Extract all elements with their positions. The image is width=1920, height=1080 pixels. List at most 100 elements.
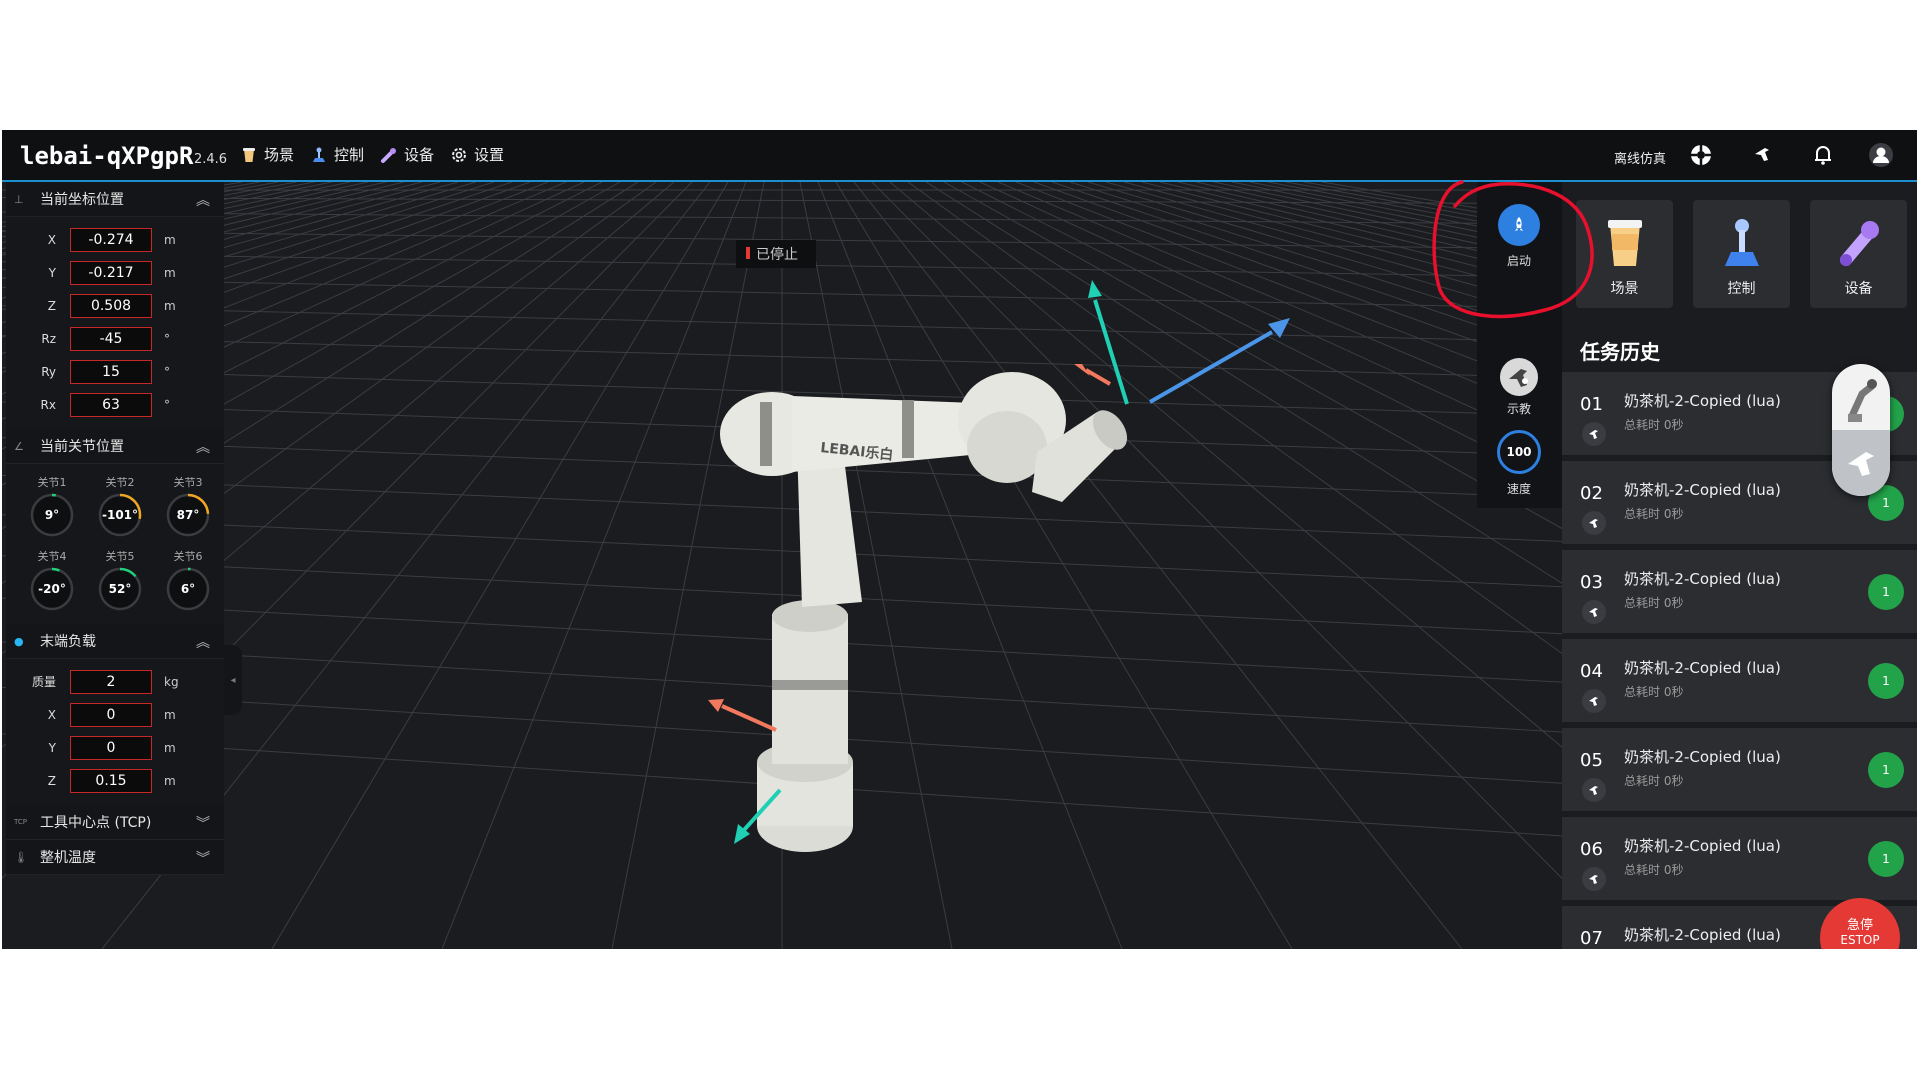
coord-value-field[interactable]: 15 [70, 359, 152, 384]
current-coord-title: 当前坐标位置 [40, 192, 124, 208]
hand-icon[interactable] [1749, 142, 1775, 168]
payload-dot-icon: ● [14, 634, 24, 648]
collapse-left-panel-button[interactable]: ◂ [224, 645, 242, 715]
coord-value-field[interactable]: -45 [70, 326, 152, 351]
teach-button[interactable]: 示教 [1495, 357, 1543, 417]
payload-row: Y0m [6, 731, 224, 764]
3d-viewport[interactable]: LEBAI乐白 已停止 [2, 182, 1562, 949]
chevron-down-icon[interactable]: ︾ [196, 813, 210, 833]
payload-value-field[interactable]: 0 [70, 702, 152, 727]
floating-toolbar[interactable] [1832, 364, 1890, 496]
coord-value-field[interactable]: 63 [70, 392, 152, 417]
coord-key: X [47, 232, 56, 247]
joint-label: 关节6 [173, 550, 203, 563]
history-item[interactable]: 05 奶茶机-2-Copied (lua) 总耗时 0秒 1 [1562, 728, 1917, 811]
app-title: lebai-qXPgpR [20, 142, 194, 170]
hand-icon[interactable] [1582, 778, 1606, 802]
joint-gauge: 关节2 -101° [86, 474, 154, 538]
chevron-down-icon[interactable]: ︾ [196, 848, 210, 868]
joint-gauge: 关节4 -20° [18, 548, 86, 612]
joint-gauge: 关节6 6° [154, 548, 222, 612]
payload-value-field[interactable]: 2 [70, 669, 152, 694]
tcp-center-header[interactable]: TCP 工具中心点 (TCP) ︾ [6, 805, 224, 840]
history-index: 04 [1580, 661, 1603, 682]
robot-arm[interactable]: LEBAI乐白 [720, 372, 1134, 852]
quick-scene-card[interactable]: 场景 [1576, 200, 1673, 308]
lifebuoy-icon[interactable] [1688, 142, 1714, 168]
history-count-badge[interactable]: 1 [1868, 574, 1904, 610]
gear-icon [452, 147, 466, 162]
bell-icon[interactable] [1810, 142, 1836, 168]
robot-arm-icon[interactable] [1832, 364, 1890, 430]
coord-value-field[interactable]: 0.508 [70, 293, 152, 318]
quick-device-card[interactable]: 设备 [1810, 200, 1907, 308]
hand-icon[interactable] [1582, 600, 1606, 624]
wrench-icon [381, 147, 396, 163]
hand-icon[interactable] [1582, 511, 1606, 535]
payload-value-field[interactable]: 0 [70, 735, 152, 760]
history-count-badge[interactable]: 1 [1868, 663, 1904, 699]
coord-unit: m [164, 298, 176, 313]
nav-scene[interactable]: 场景 [240, 144, 294, 165]
current-coord-header[interactable]: ⊥ 当前坐标位置 ︽ [6, 182, 224, 217]
hand-icon[interactable] [1832, 430, 1890, 496]
history-duration: 总耗时 0秒 [1624, 418, 1684, 432]
estop-button[interactable]: 急停 ESTOP [1820, 898, 1900, 949]
speed-control[interactable]: 100 速度 [1495, 430, 1543, 497]
joint-dial: 9° [29, 492, 75, 538]
coord-row: Rx 63 ° [6, 388, 224, 421]
coord-unit: ° [164, 397, 170, 412]
chevron-up-icon[interactable]: ︽ [196, 190, 210, 210]
offline-sim-label[interactable]: 离线仿真 [1614, 148, 1666, 167]
coord-unit: ° [164, 331, 170, 346]
joint-dial: 87° [165, 492, 211, 538]
start-button[interactable]: 启动 [1495, 204, 1543, 269]
coord-row: Ry 15 ° [6, 355, 224, 388]
history-item[interactable]: 04 奶茶机-2-Copied (lua) 总耗时 0秒 1 [1562, 639, 1917, 722]
history-name: 奶茶机-2-Copied (lua) [1624, 570, 1781, 588]
estop-label-en: ESTOP [1840, 933, 1880, 947]
payload-header[interactable]: ● 末端负载 ︽ [6, 624, 224, 659]
nav-device-label: 设备 [404, 146, 435, 164]
history-item[interactable]: 06 奶茶机-2-Copied (lua) 总耗时 0秒 1 [1562, 817, 1917, 900]
history-duration: 总耗时 0秒 [1624, 863, 1684, 877]
joint-label: 关节1 [37, 476, 67, 489]
history-index: 06 [1580, 839, 1603, 860]
quick-control-label: 控制 [1727, 281, 1756, 297]
history-duration: 总耗时 0秒 [1624, 507, 1684, 521]
status-badge: 已停止 [736, 240, 816, 268]
estop-label: 急停 [1846, 918, 1873, 933]
start-label: 启动 [1506, 254, 1531, 268]
history-index: 05 [1580, 750, 1603, 771]
coord-value-field[interactable]: -0.274 [70, 227, 152, 252]
history-count-badge[interactable]: 1 [1868, 841, 1904, 877]
chevron-up-icon[interactable]: ︽ [196, 437, 210, 457]
payload-unit: kg [164, 674, 179, 689]
joint-value: 6° [180, 582, 196, 596]
joystick-icon [313, 147, 325, 162]
tcp-icon: TCP [14, 818, 27, 826]
left-panel: ⊥ 当前坐标位置 ︽ X -0.274 m Y -0.217 m Z 0.508 m Rz -45 °… [6, 182, 224, 875]
hand-icon[interactable] [1582, 422, 1606, 446]
angle-icon: ∠ [14, 439, 24, 453]
quick-control-card[interactable]: 控制 [1693, 200, 1790, 308]
quick-scene-label: 场景 [1610, 281, 1639, 297]
current-joint-title: 当前关节位置 [40, 439, 124, 455]
hand-icon[interactable] [1582, 689, 1606, 713]
payload-value-field[interactable]: 0.15 [70, 768, 152, 793]
history-item[interactable]: 03 奶茶机-2-Copied (lua) 总耗时 0秒 1 [1562, 550, 1917, 633]
quick-device-label: 设备 [1844, 281, 1873, 297]
temperature-header[interactable]: 🌡 整机温度 ︾ [6, 840, 224, 875]
nav-control[interactable]: 控制 [310, 144, 364, 165]
chevron-up-icon[interactable]: ︽ [196, 632, 210, 652]
current-joint-header[interactable]: ∠ 当前关节位置 ︽ [6, 429, 224, 464]
hand-icon[interactable] [1582, 867, 1606, 891]
coord-key: Rx [40, 397, 56, 412]
joint-label: 关节2 [105, 476, 135, 489]
user-avatar-icon[interactable] [1868, 142, 1894, 168]
nav-settings[interactable]: 设置 [450, 144, 504, 165]
coord-value-field[interactable]: -0.217 [70, 260, 152, 285]
nav-settings-label: 设置 [474, 146, 505, 164]
nav-device[interactable]: 设备 [380, 144, 434, 165]
history-count-badge[interactable]: 1 [1868, 752, 1904, 788]
